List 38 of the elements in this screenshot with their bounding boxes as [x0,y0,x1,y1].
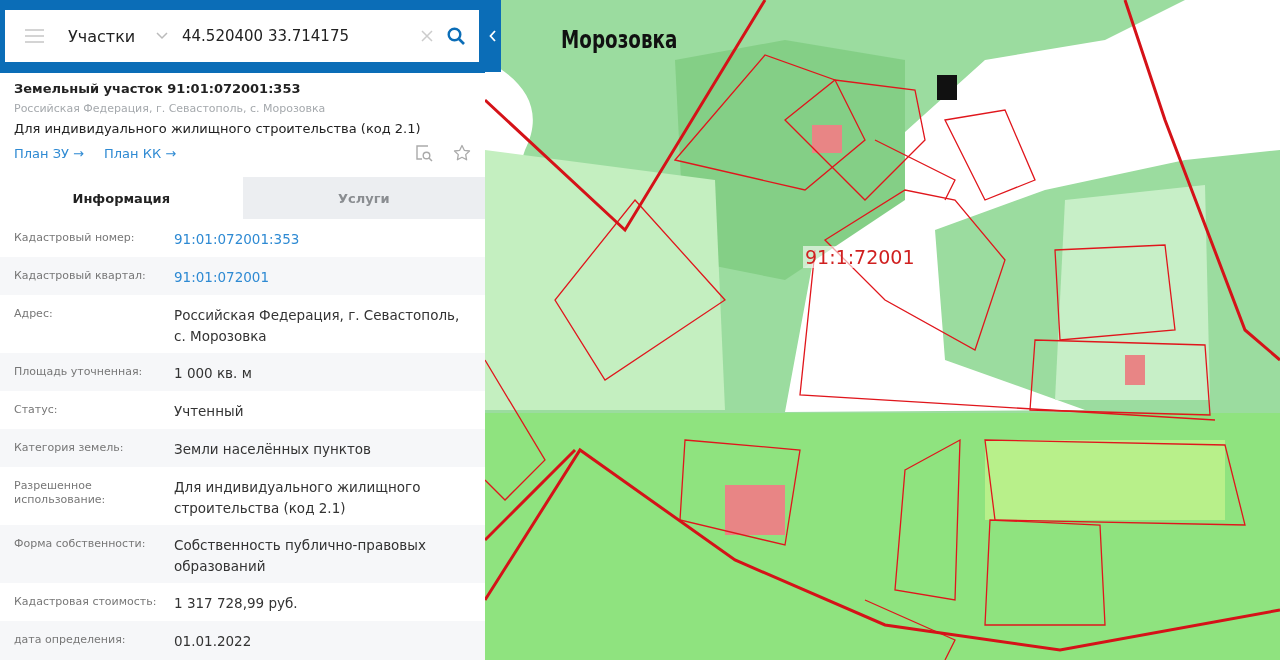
menu-icon[interactable] [25,29,44,43]
field-label: Категория земель: [14,440,125,456]
clear-icon[interactable] [421,30,433,42]
field-value: 01.01.2022 [174,632,253,651]
caret-icon[interactable] [156,32,168,40]
field-label: Статус: [14,402,59,418]
search-bar[interactable]: Участки 44.520400 33.714175 [5,10,479,62]
map-drawing[interactable] [485,0,1280,660]
field-label: Кадастровая стоимость: [14,594,158,610]
plan-link[interactable]: План ЗУ → [14,145,84,161]
layer-dropdown[interactable]: Участки [68,26,156,46]
parcel-title: Земельный участок 91:01:072001:353 [14,81,302,96]
collapse-panel-button[interactable] [485,0,501,72]
tab[interactable]: Услуги [242,177,485,219]
field-link[interactable]: 91:01:072001:353 [174,229,300,250]
field-value: Собственность публично-правовых образований [174,536,427,576]
chevron-left-icon [489,30,497,42]
field-value: 1 000 кв. м [174,364,253,383]
place-label: Морозовка [561,26,678,54]
field-label: Кадастровый квартал: [14,268,147,284]
plan-link[interactable]: План КК → [103,145,177,161]
star-icon[interactable] [453,144,471,162]
parcel-purpose: Для индивидуального жилищного строительства (код 2.1) [14,121,422,136]
field-value: 1 317 728,99 руб. [174,594,299,613]
field-value: Российская Федерация, г. Севастополь, с. Морозовка [174,306,461,346]
field-label: Адрес: [14,306,54,322]
field-link[interactable]: 91:01:072001 [174,267,269,288]
search-icon[interactable] [447,27,465,45]
field-label: Кадастровый номер: [14,230,136,246]
field-value: Учтенный [174,402,245,421]
parcel-address: Российская Федерация, г. Севастополь, с. Морозовка [14,102,327,115]
field-value: Для индивидуального жилищного строительства (код 2.1) [174,478,422,518]
field-label: Форма собственности: [14,536,147,552]
field-label: дата определения: [14,632,127,648]
field-value: Земли населённых пунктов [174,440,373,459]
document-search-icon[interactable] [415,144,433,162]
field-label: Площадь уточненная: [14,364,144,380]
field-label: Разрешенное использование: [14,478,107,508]
